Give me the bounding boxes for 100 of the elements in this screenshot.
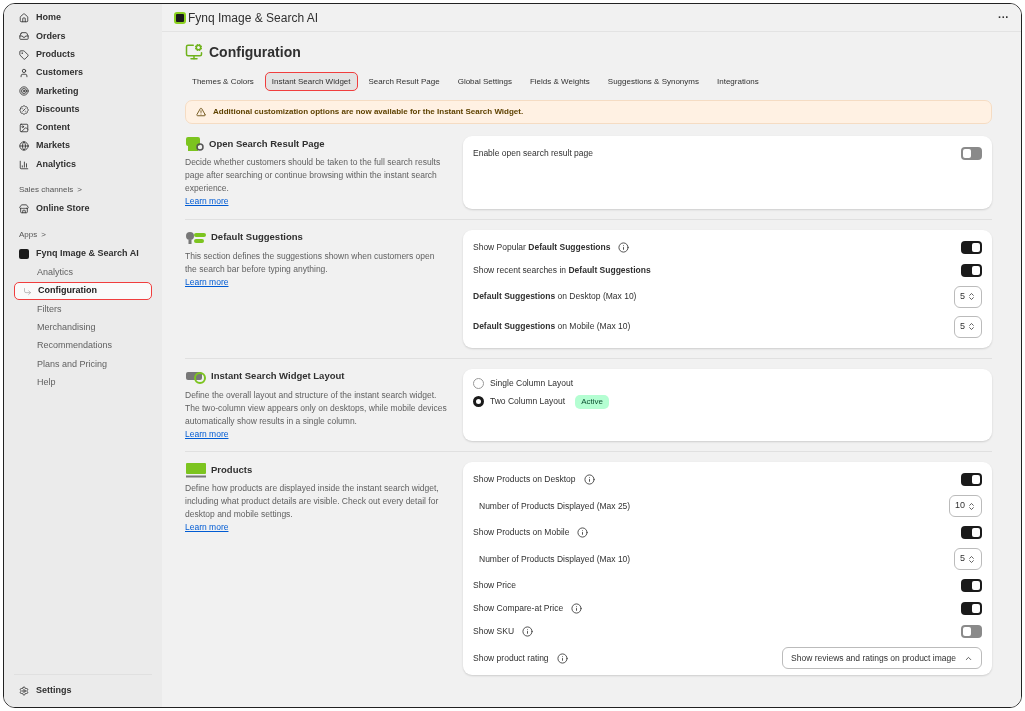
- info-icon[interactable]: [583, 474, 595, 485]
- nav-icon: [19, 86, 29, 97]
- number-stepper[interactable]: 10: [949, 495, 982, 517]
- setting-label: Show Compare-at Price: [473, 602, 564, 615]
- setting-label: Show SKU: [473, 625, 515, 638]
- toggle-switch[interactable]: [961, 526, 982, 539]
- nav-item[interactable]: Fynq Image & Search AI: [14, 243, 152, 264]
- app-logo-icon: [19, 248, 29, 259]
- number-stepper[interactable]: 5: [954, 285, 982, 308]
- nav-item[interactable]: Markets: [14, 137, 152, 156]
- nav-item[interactable]: Marketing: [14, 82, 152, 101]
- section-title: Default Suggestions: [211, 230, 303, 245]
- setting-label: Show Price: [473, 579, 516, 592]
- number-stepper[interactable]: 5: [954, 548, 982, 570]
- tab[interactable]: Search Result Page: [361, 72, 447, 91]
- tab[interactable]: Global Settings: [450, 72, 519, 91]
- monitor-icon: [185, 43, 203, 61]
- sub-nav-item[interactable]: Filters: [14, 300, 152, 319]
- learn-more-link[interactable]: Learn more: [185, 522, 229, 532]
- nav-item[interactable]: Online Store: [14, 198, 152, 219]
- setting-label: Default Suggestions on Desktop (Max 10): [473, 290, 637, 303]
- product-screen-icon: [185, 462, 207, 478]
- store-search-icon: [185, 136, 205, 152]
- settings-icon: [19, 686, 29, 696]
- more-menu[interactable]: ···: [998, 9, 1009, 26]
- toggle-switch[interactable]: [961, 473, 982, 486]
- sub-nav-item[interactable]: Help: [14, 373, 152, 392]
- nav-item[interactable]: Home: [14, 9, 152, 28]
- app-title: Fynq Image & Search AI: [188, 9, 319, 27]
- branch-icon: [23, 286, 32, 296]
- tab[interactable]: Themes & Colors: [185, 72, 261, 91]
- status-badge: Active: [575, 394, 609, 409]
- toggle-switch[interactable]: [961, 579, 982, 592]
- info-icon[interactable]: [571, 603, 583, 614]
- toggle-switch[interactable]: [961, 263, 982, 277]
- learn-more-link[interactable]: Learn more: [185, 196, 229, 206]
- section-title: Open Search Result Page: [209, 136, 325, 151]
- toggle-switch[interactable]: [961, 602, 982, 615]
- stepper-icon: [967, 322, 976, 331]
- toggle-switch[interactable]: [961, 147, 982, 160]
- nav-item[interactable]: Customers: [14, 63, 152, 83]
- section-heading[interactable]: Sales channels: [19, 183, 74, 196]
- setting-label: Default Suggestions on Mobile (Max 10): [473, 320, 631, 333]
- stepper-icon: [967, 292, 976, 301]
- chevron-text: >: [77, 183, 82, 196]
- nav-icon: [19, 159, 29, 170]
- setting-label: Two Column Layout: [490, 395, 566, 408]
- nav-item[interactable]: Products: [14, 45, 152, 64]
- setting-label: Number of Products Displayed (Max 25): [479, 499, 631, 513]
- tab[interactable]: Suggestions & Synonyms: [600, 72, 706, 91]
- radio-button[interactable]: [473, 378, 484, 389]
- sub-nav-item[interactable]: Merchandising: [14, 318, 152, 337]
- stepper-icon: [967, 554, 976, 564]
- radio-button[interactable]: [473, 396, 484, 407]
- toggle-switch[interactable]: [961, 240, 982, 254]
- nav-icon: [19, 104, 29, 115]
- section-heading[interactable]: Apps: [19, 228, 38, 241]
- section-description: Decide whether customers should be taken to the full search results page after searching or continue browsing within the instant search experience.: [185, 156, 442, 195]
- nav-icon: [19, 122, 29, 133]
- nav-item[interactable]: Content: [14, 118, 152, 138]
- learn-more-link[interactable]: Learn more: [185, 276, 229, 287]
- nav-icon: [19, 13, 29, 24]
- sub-nav-item[interactable]: Plans and Pricing: [14, 355, 152, 374]
- info-icon[interactable]: [556, 652, 568, 664]
- nav-icon: [19, 68, 29, 79]
- setting-label: Show recent searches in Default Suggestions: [473, 263, 651, 277]
- app-logo-icon: [174, 11, 186, 24]
- section-description: Define the overall layout and structure of the instant search widget. The two-column view appears only on desktops, while mobile devices automatically show results in a single column.: [185, 388, 447, 428]
- info-icon[interactable]: [522, 626, 534, 637]
- section-title: Instant Search Widget Layout: [211, 369, 345, 384]
- warning-icon: [196, 107, 206, 117]
- section-description: Define how products are displayed inside the instant search widget, including what product details are visible. Check out every detail for desktop and mobile settings.: [185, 482, 440, 521]
- nav-icon: [19, 141, 29, 152]
- number-stepper[interactable]: 5: [954, 315, 982, 338]
- tab[interactable]: Integrations: [710, 72, 766, 91]
- bulb-suggestions-icon: [185, 229, 207, 246]
- sub-nav-item[interactable]: Analytics: [14, 263, 152, 282]
- nav-icon: [19, 31, 29, 42]
- chevron-text: >: [41, 228, 46, 241]
- select-dropdown[interactable]: Show reviews and ratings on product image: [782, 647, 982, 669]
- tab[interactable]: Instant Search Widget: [264, 72, 358, 91]
- banner-text: Additional customization options are now available for the Instant Search Widget.: [213, 106, 524, 118]
- tab[interactable]: Fields & Weights: [522, 72, 597, 91]
- nav-item[interactable]: Discounts: [14, 100, 152, 119]
- info-icon[interactable]: [618, 241, 630, 253]
- setting-label: Show product rating: [473, 651, 549, 665]
- toggle-switch[interactable]: [961, 625, 982, 638]
- nav-item[interactable]: Orders: [14, 27, 152, 46]
- sub-nav-item[interactable]: Recommendations: [14, 336, 152, 356]
- setting-label: Show Popular Default Suggestions: [473, 240, 611, 254]
- info-icon[interactable]: [577, 527, 589, 538]
- section-description: This section defines the suggestions shown when customers open the search bar before typing anything.: [185, 249, 436, 276]
- setting-label: Single Column Layout: [490, 377, 574, 390]
- section-title: Products: [211, 462, 253, 477]
- nav-icon: [19, 49, 29, 60]
- sub-nav-item[interactable]: Configuration: [14, 281, 152, 301]
- nav-item[interactable]: Analytics: [14, 155, 152, 174]
- setting-label: Number of Products Displayed (Max 10): [479, 552, 631, 566]
- learn-more-link[interactable]: Learn more: [185, 428, 229, 439]
- nav-item[interactable]: Settings: [14, 675, 152, 707]
